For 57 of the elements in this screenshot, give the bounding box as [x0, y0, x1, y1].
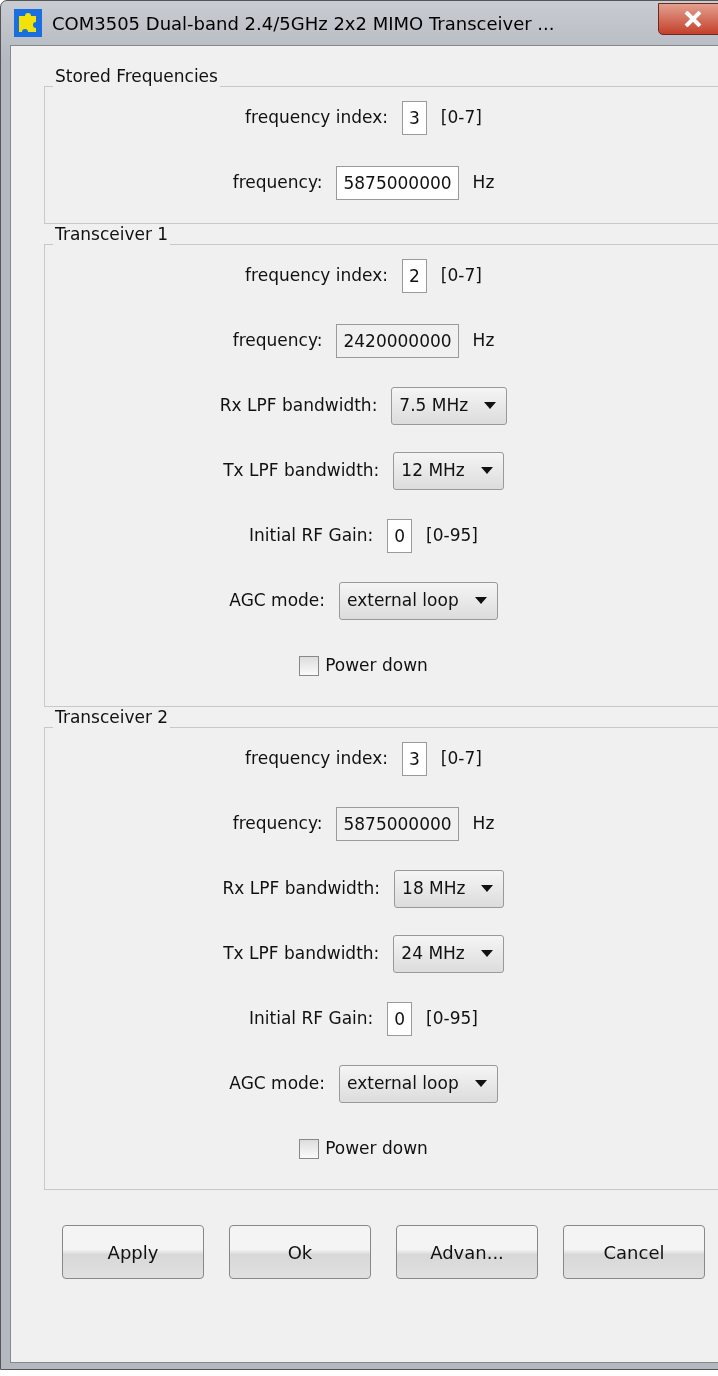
- close-icon: [684, 11, 702, 27]
- field-label: Initial RF Gain:: [249, 523, 374, 547]
- field-label: Tx LPF bandwidth:: [223, 941, 380, 965]
- dialog-button[interactable]: Apply: [62, 1225, 204, 1279]
- checkbox[interactable]: [299, 1138, 320, 1159]
- field-label: AGC mode:: [229, 588, 325, 612]
- checkbox[interactable]: [299, 655, 320, 676]
- field-label: frequency index:: [245, 263, 388, 287]
- field-label: Rx LPF bandwidth:: [219, 393, 378, 417]
- group-title: Stored Frequencies: [54, 68, 219, 85]
- unit-label: [0-95]: [426, 1006, 478, 1030]
- close-button[interactable]: [658, 3, 718, 35]
- caret-icon: [474, 597, 487, 604]
- unit-label: Hz: [472, 170, 495, 194]
- dropdown[interactable]: 12 MHz: [393, 451, 504, 490]
- dropdown[interactable]: 18 MHz: [394, 869, 505, 908]
- input-field[interactable]: 3: [402, 100, 427, 135]
- input-field: 2420000000: [336, 323, 459, 358]
- field-label: frequency index:: [245, 105, 388, 129]
- field-label: Tx LPF bandwidth:: [223, 458, 380, 482]
- input-field[interactable]: 0: [387, 1001, 413, 1036]
- unit-label: [0-7]: [440, 105, 482, 129]
- field-label: frequency:: [232, 170, 323, 194]
- dialog-button[interactable]: Advan...: [396, 1225, 538, 1279]
- field-label: AGC mode:: [229, 1071, 325, 1095]
- puzzle-icon: [14, 9, 42, 37]
- unit-label: Hz: [472, 328, 495, 352]
- field-label: Rx LPF bandwidth:: [222, 876, 381, 900]
- caret-icon: [484, 402, 497, 409]
- dropdown[interactable]: 7.5 MHz: [391, 386, 508, 425]
- window-title: COM3505 Dual-band 2.4/5GHz 2x2 MIMO Transceiver ...: [52, 11, 555, 36]
- caret-icon: [474, 1080, 487, 1087]
- dialog-button[interactable]: Ok: [229, 1225, 371, 1279]
- caret-icon: [480, 950, 493, 957]
- input-field[interactable]: 3: [402, 741, 427, 776]
- checkbox-label: Power down: [325, 653, 428, 677]
- field-label: frequency:: [232, 811, 323, 835]
- dialog-button[interactable]: Cancel: [563, 1225, 705, 1279]
- unit-label: Hz: [472, 811, 495, 835]
- dropdown[interactable]: 24 MHz: [393, 934, 504, 973]
- field-label: frequency:: [232, 328, 323, 352]
- field-label: frequency index:: [245, 746, 388, 770]
- input-field: 5875000000: [336, 806, 459, 841]
- caret-icon: [481, 885, 494, 892]
- checkbox-label: Power down: [325, 1136, 428, 1160]
- caret-icon: [480, 467, 493, 474]
- group-title: Transceiver 1: [54, 226, 170, 243]
- field-label: Initial RF Gain:: [249, 1006, 374, 1030]
- dropdown[interactable]: external loop: [339, 581, 498, 620]
- unit-label: [0-7]: [440, 746, 482, 770]
- unit-label: [0-7]: [440, 263, 482, 287]
- input-field[interactable]: 2: [402, 258, 427, 293]
- dropdown[interactable]: external loop: [339, 1064, 498, 1103]
- input-field[interactable]: 0: [387, 518, 413, 553]
- group-title: Transceiver 2: [54, 709, 170, 726]
- input-field[interactable]: 5875000000: [336, 165, 459, 200]
- unit-label: [0-95]: [426, 523, 478, 547]
